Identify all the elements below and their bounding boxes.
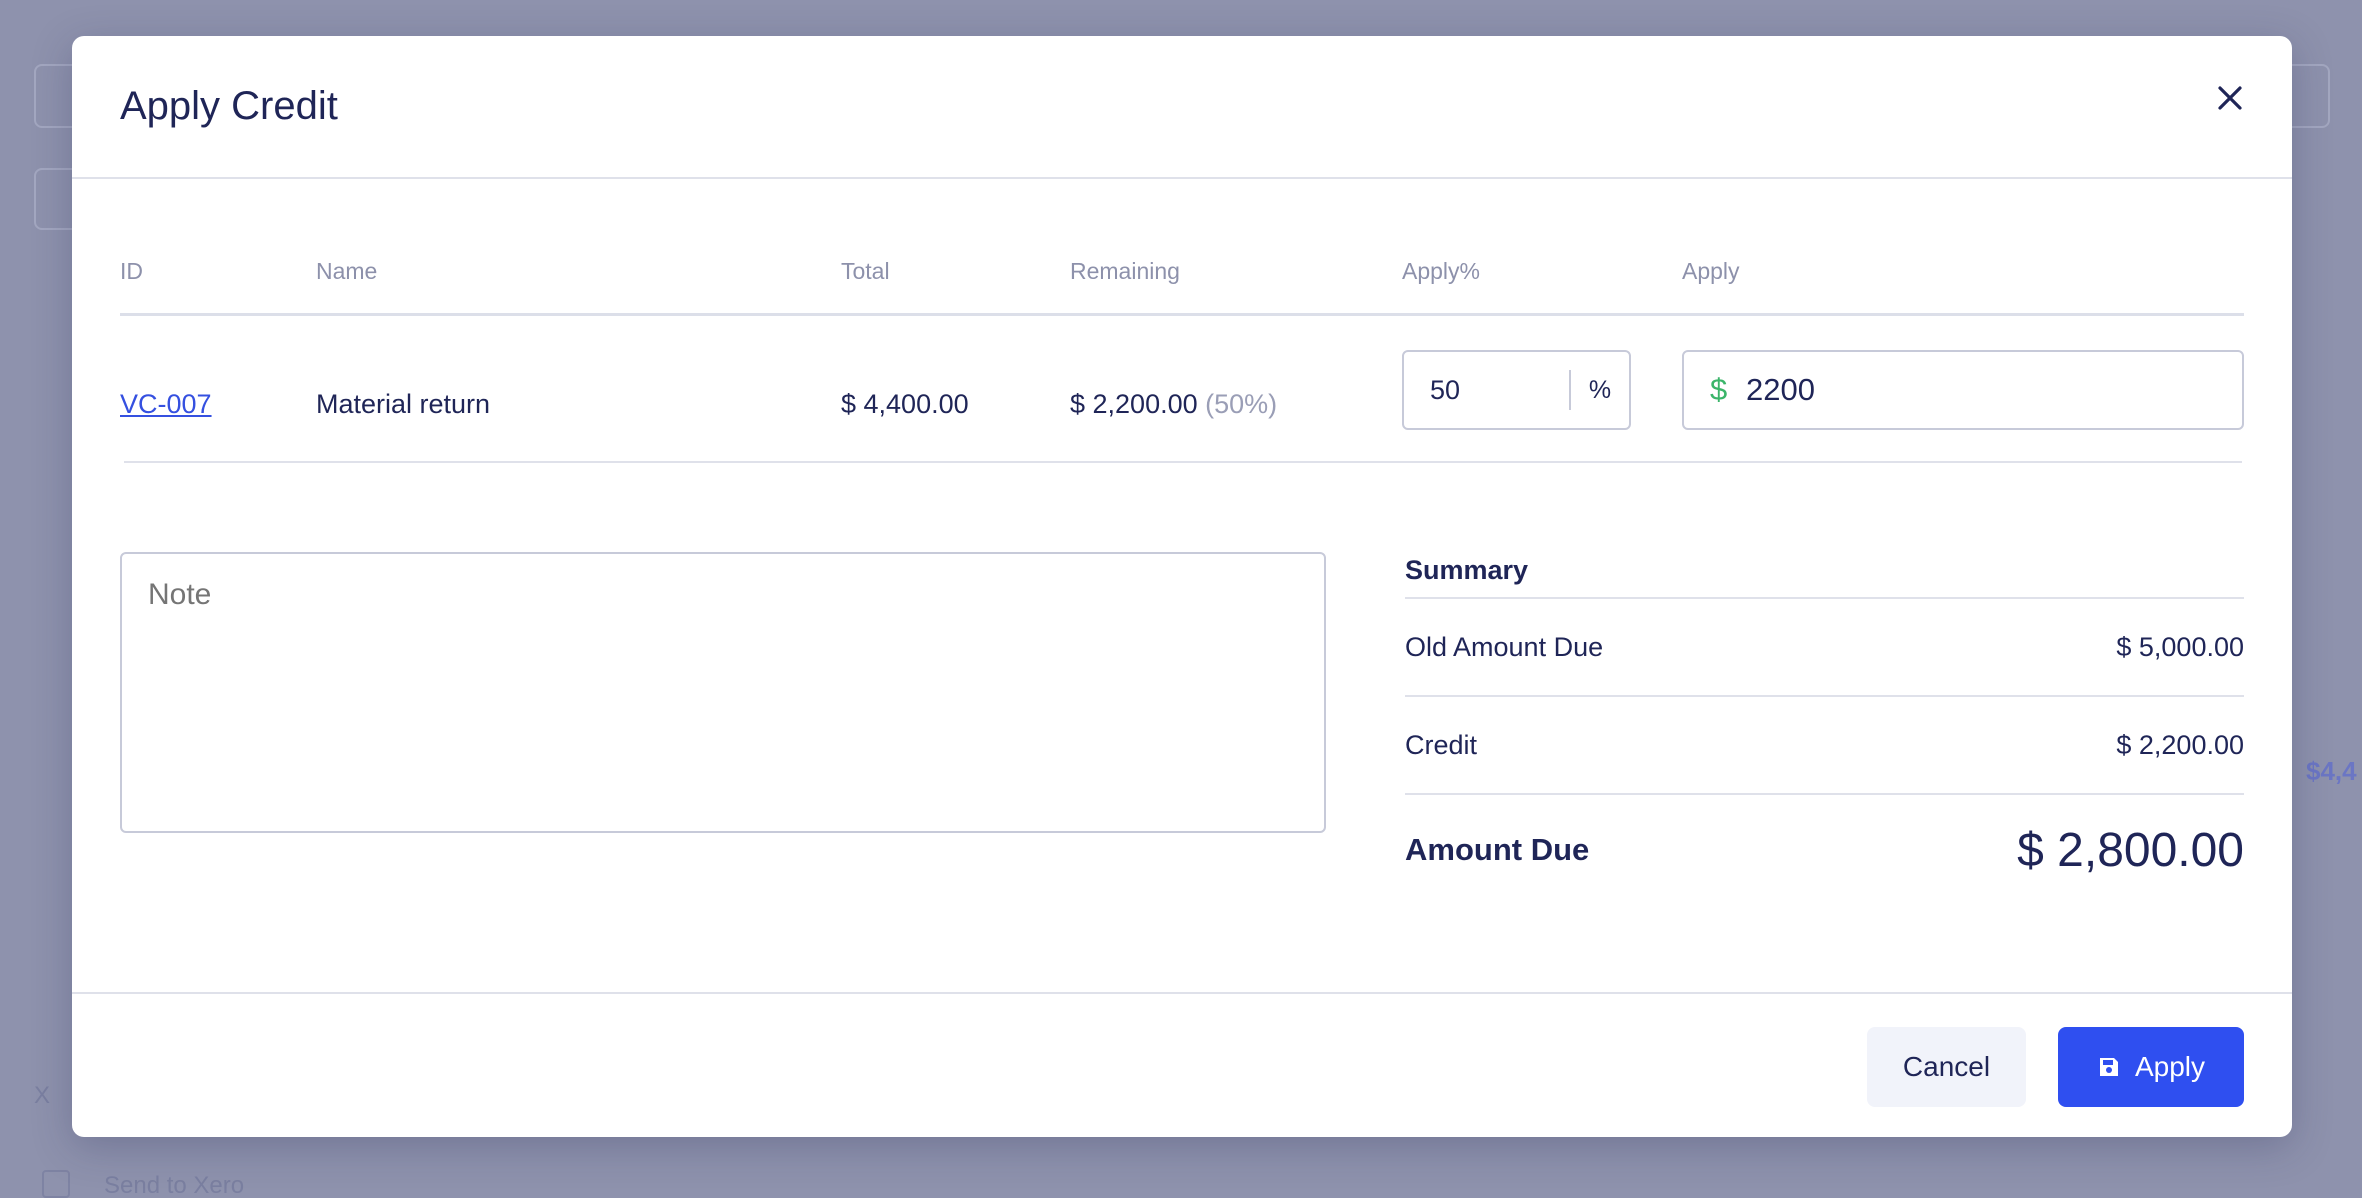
background-send-to-xero: Send to Xero [104,1172,245,1198]
credit-id-link[interactable]: VC-007 [120,389,212,420]
background-checkbox [42,1170,70,1198]
percent-suffix: % [1588,375,1612,404]
apply-credit-dialog: Apply Credit ID Name Total Remaining App… [72,36,2292,1137]
amount-due-label: Amount Due [1405,832,1590,867]
column-header-apply: Apply [1682,258,1740,284]
dialog-title: Apply Credit [120,84,338,128]
dialog-footer: Cancel Apply [72,992,2292,1137]
apply-amount-field: $ [1682,350,2244,430]
amount-due-value: $ 2,800.00 [2017,823,2244,877]
summary-panel: Summary Old Amount Due $ 5,000.00 Credit… [1405,546,2244,905]
column-header-id: ID [120,258,143,284]
column-header-remaining: Remaining [1070,258,1180,284]
column-header-apply-percent: Apply% [1402,258,1480,284]
old-amount-due-value: $ 5,000.00 [2116,631,2244,662]
save-icon [2099,1058,2118,1076]
close-button[interactable] [2208,76,2252,120]
credit-value: $ 2,200.00 [2116,729,2244,760]
credit-remaining: $ 2,200.00 (50%) [1070,389,1277,420]
close-icon [2218,86,2242,110]
table-row-divider [124,461,2242,463]
summary-row-old-amount-due: Old Amount Due $ 5,000.00 [1405,599,2244,697]
summary-row-credit: Credit $ 2,200.00 [1405,697,2244,795]
credit-label: Credit [1405,729,1478,760]
cancel-button[interactable]: Cancel [1867,1027,2026,1107]
apply-button[interactable]: Apply [2058,1027,2244,1107]
credit-total: $ 4,400.00 [841,389,969,419]
background-section-fragment: X [34,1082,51,1109]
apply-percent-input[interactable] [1404,352,1569,428]
note-textarea[interactable] [120,552,1326,833]
old-amount-due-label: Old Amount Due [1405,631,1604,662]
remaining-amount: $ 2,200.00 [1070,389,1198,419]
summary-title: Summary [1405,546,2244,599]
credit-name: Material return [316,389,491,419]
column-header-name: Name [316,258,378,284]
background-amount-fragment: $4,4 [2306,756,2357,786]
apply-button-label: Apply [2134,1051,2206,1082]
dialog-header: Apply Credit [72,36,2292,179]
remaining-percent: (50%) [1205,389,1278,419]
currency-prefix: $ [1710,372,1728,407]
table-header-divider [120,313,2244,316]
apply-amount-input[interactable] [1746,352,2242,428]
apply-percent-field: % [1402,350,1631,430]
summary-row-amount-due: Amount Due $ 2,800.00 [1405,795,2244,905]
column-header-total: Total [841,258,890,284]
